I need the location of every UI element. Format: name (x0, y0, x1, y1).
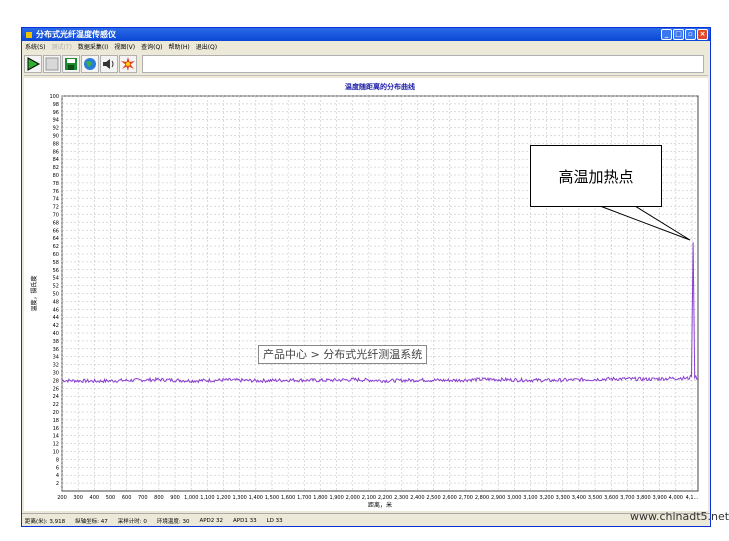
breadcrumb[interactable]: 产品中心 > 分布式光纤测温系统 (258, 345, 428, 364)
hotspot-callout: 高温加热点 (530, 145, 662, 207)
hotspot-label: 高温加热点 (558, 167, 634, 186)
watermark: www.chinadt5.net (630, 510, 729, 523)
callout-pointer (599, 205, 691, 241)
